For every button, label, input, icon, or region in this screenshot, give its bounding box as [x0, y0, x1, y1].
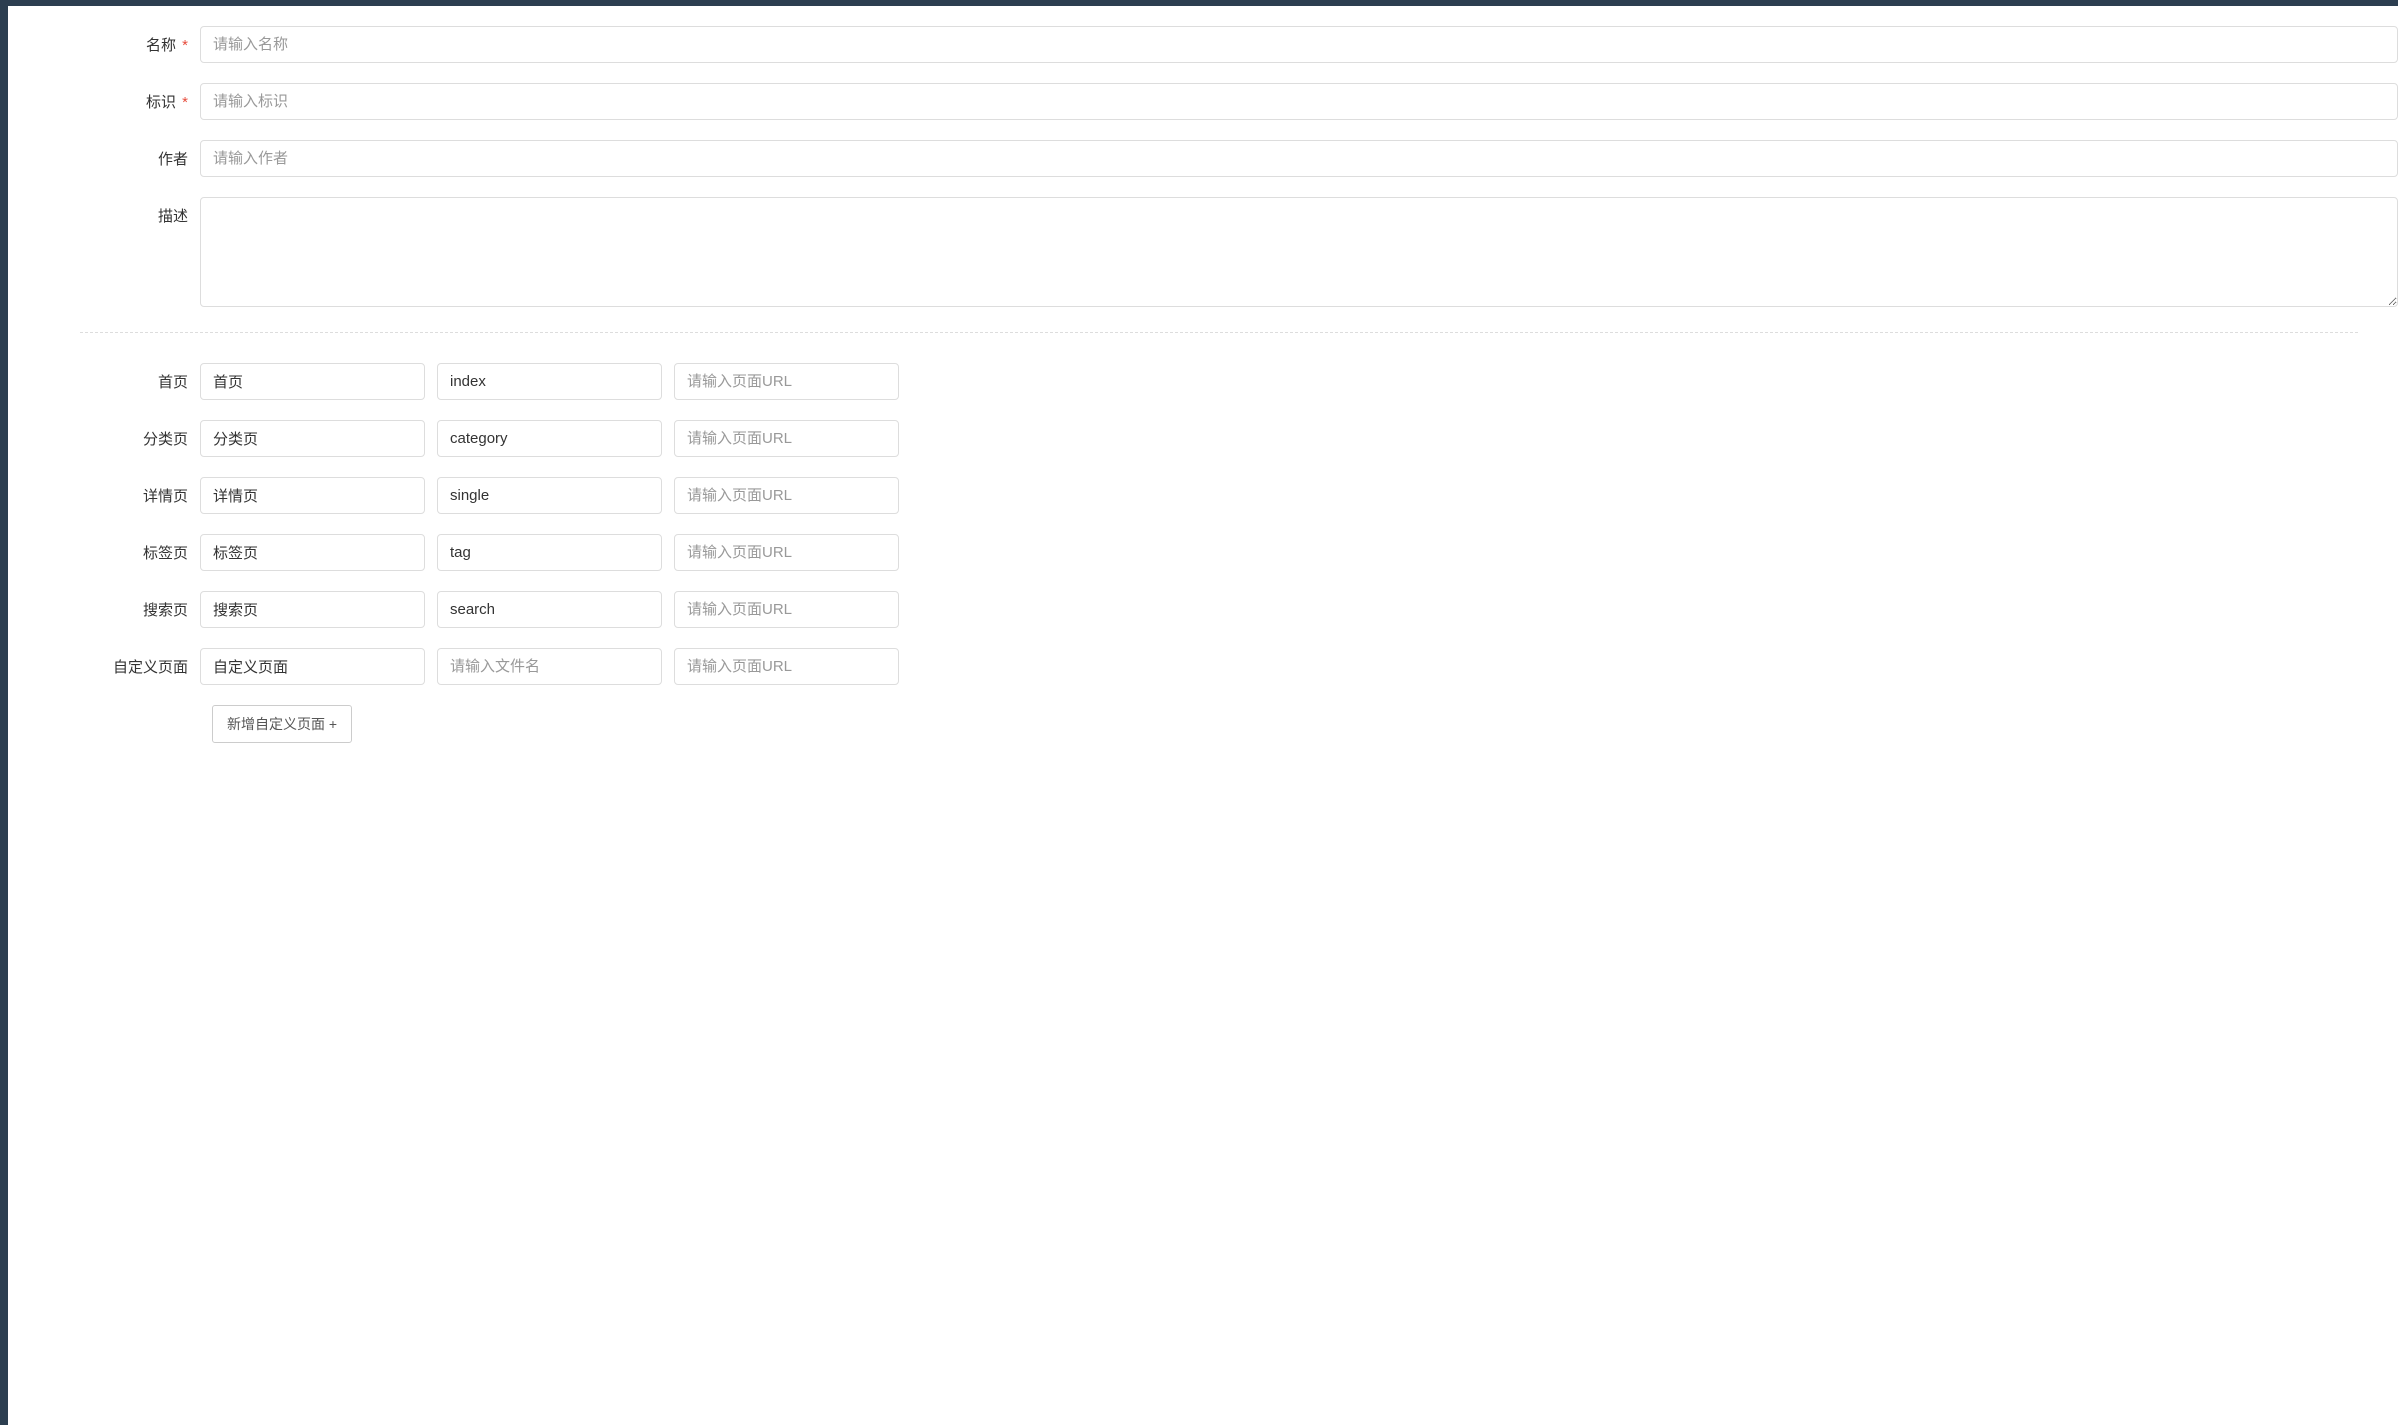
- input-author[interactable]: [200, 140, 2398, 177]
- page-url-input-5[interactable]: [674, 648, 899, 685]
- row-identifier: 标识 *: [40, 83, 2398, 120]
- input-wrap-author: [200, 140, 2398, 177]
- page-label-5: 自定义页面: [40, 656, 200, 677]
- page-label-2: 详情页: [40, 485, 200, 506]
- page-file-input-5[interactable]: [437, 648, 662, 685]
- label-identifier: 标识 *: [40, 83, 200, 112]
- side-bar: [0, 6, 8, 1425]
- page-label-4: 搜索页: [40, 599, 200, 620]
- input-wrap-identifier: [200, 83, 2398, 120]
- page-url-input-2[interactable]: [674, 477, 899, 514]
- label-author-text: 作者: [158, 151, 188, 168]
- page-inputs-0: [200, 363, 899, 400]
- input-wrap-description: [200, 197, 2398, 307]
- page-inputs-2: [200, 477, 899, 514]
- row-author: 作者: [40, 140, 2398, 177]
- label-description: 描述: [40, 197, 200, 226]
- page-file-input-1[interactable]: [437, 420, 662, 457]
- page-name-input-2[interactable]: [200, 477, 425, 514]
- form-container: 名称 * 标识 * 作者 描述 首页分类页详情页: [0, 6, 2398, 763]
- page-url-input-4[interactable]: [674, 591, 899, 628]
- input-name[interactable]: [200, 26, 2398, 63]
- add-custom-page-button[interactable]: 新增自定义页面 +: [212, 705, 352, 743]
- page-url-input-1[interactable]: [674, 420, 899, 457]
- section-divider: [80, 332, 2358, 333]
- page-name-input-0[interactable]: [200, 363, 425, 400]
- page-rows: 首页分类页详情页标签页搜索页自定义页面: [40, 363, 2398, 685]
- label-name-text: 名称: [146, 37, 176, 54]
- input-wrap-name: [200, 26, 2398, 63]
- page-row-4: 搜索页: [40, 591, 2398, 628]
- page-label-3: 标签页: [40, 542, 200, 563]
- page-name-input-5[interactable]: [200, 648, 425, 685]
- page-file-input-3[interactable]: [437, 534, 662, 571]
- page-label-1: 分类页: [40, 428, 200, 449]
- page-inputs-1: [200, 420, 899, 457]
- label-author: 作者: [40, 140, 200, 169]
- button-row: 新增自定义页面 +: [40, 705, 2398, 743]
- page-url-input-3[interactable]: [674, 534, 899, 571]
- page-row-1: 分类页: [40, 420, 2398, 457]
- required-marker: *: [182, 37, 188, 54]
- page-inputs-3: [200, 534, 899, 571]
- label-description-text: 描述: [158, 208, 188, 225]
- page-url-input-0[interactable]: [674, 363, 899, 400]
- page-name-input-3[interactable]: [200, 534, 425, 571]
- page-label-0: 首页: [40, 371, 200, 392]
- page-row-5: 自定义页面: [40, 648, 2398, 685]
- page-name-input-4[interactable]: [200, 591, 425, 628]
- page-name-input-1[interactable]: [200, 420, 425, 457]
- row-name: 名称 *: [40, 26, 2398, 63]
- page-file-input-4[interactable]: [437, 591, 662, 628]
- page-file-input-2[interactable]: [437, 477, 662, 514]
- page-file-input-0[interactable]: [437, 363, 662, 400]
- label-name: 名称 *: [40, 26, 200, 55]
- row-description: 描述: [40, 197, 2398, 307]
- page-row-2: 详情页: [40, 477, 2398, 514]
- page-row-0: 首页: [40, 363, 2398, 400]
- page-row-3: 标签页: [40, 534, 2398, 571]
- input-identifier[interactable]: [200, 83, 2398, 120]
- page-inputs-5: [200, 648, 899, 685]
- textarea-description[interactable]: [200, 197, 2398, 307]
- label-identifier-text: 标识: [146, 94, 176, 111]
- page-inputs-4: [200, 591, 899, 628]
- required-marker: *: [182, 94, 188, 111]
